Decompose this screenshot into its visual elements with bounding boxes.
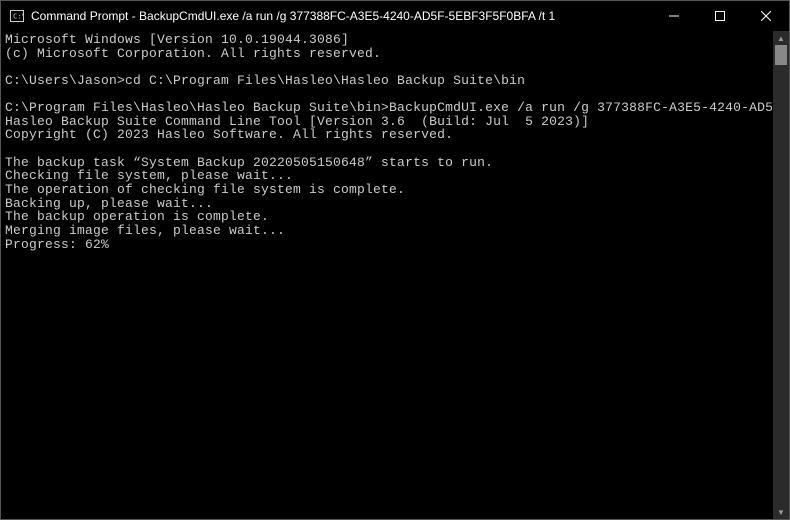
scroll-up-arrow[interactable]: ▲ [773, 31, 789, 45]
command-prompt-window: C:\ Command Prompt - BackupCmdUI.exe /a … [0, 0, 790, 520]
terminal-output[interactable]: Microsoft Windows [Version 10.0.19044.30… [1, 31, 773, 519]
minimize-button[interactable] [651, 1, 697, 31]
maximize-button[interactable] [697, 1, 743, 31]
terminal-line: Progress: 62% [5, 238, 769, 252]
terminal-line: The operation of checking file system is… [5, 183, 769, 197]
terminal-line: (c) Microsoft Corporation. All rights re… [5, 47, 769, 61]
terminal-line: C:\Users\Jason>cd C:\Program Files\Hasle… [5, 74, 769, 88]
window-controls [651, 1, 789, 31]
terminal-line: C:\Program Files\Hasleo\Hasleo Backup Su… [5, 101, 769, 115]
svg-text:C:\: C:\ [13, 13, 24, 21]
terminal-line: Merging image files, please wait... [5, 224, 769, 238]
terminal-line [5, 88, 769, 102]
scroll-down-arrow[interactable]: ▼ [773, 505, 789, 519]
terminal-line [5, 60, 769, 74]
cmd-icon: C:\ [9, 8, 25, 24]
close-button[interactable] [743, 1, 789, 31]
terminal-line [5, 142, 769, 156]
terminal-line: The backup operation is complete. [5, 210, 769, 224]
terminal-line: Copyright (C) 2023 Hasleo Software. All … [5, 128, 769, 142]
terminal-line: Microsoft Windows [Version 10.0.19044.30… [5, 33, 769, 47]
content-wrap: Microsoft Windows [Version 10.0.19044.30… [1, 31, 789, 519]
terminal-line: The backup task “System Backup 202205051… [5, 156, 769, 170]
scroll-thumb[interactable] [775, 45, 787, 65]
titlebar[interactable]: C:\ Command Prompt - BackupCmdUI.exe /a … [1, 1, 789, 31]
terminal-line: Backing up, please wait... [5, 197, 769, 211]
terminal-line: Checking file system, please wait... [5, 169, 769, 183]
terminal-line: Hasleo Backup Suite Command Line Tool [V… [5, 115, 769, 129]
scrollbar[interactable]: ▲ ▼ [773, 31, 789, 519]
window-title: Command Prompt - BackupCmdUI.exe /a run … [31, 9, 651, 23]
